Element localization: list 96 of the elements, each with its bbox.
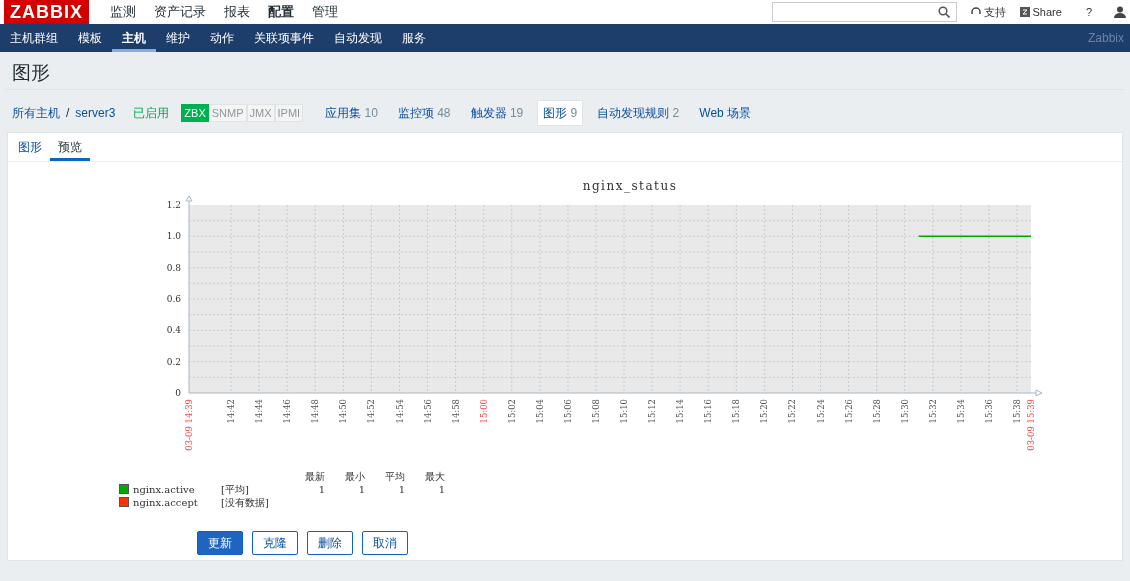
host-tab[interactable]: 触发器 19	[464, 99, 530, 126]
x-tick-label: 15:20	[759, 398, 770, 424]
search-field[interactable]	[771, 2, 957, 22]
nav-item[interactable]: 关联项事件	[244, 24, 324, 52]
x-tick-label: 15:32	[927, 398, 938, 424]
legend-header: 最小	[344, 469, 365, 483]
menu-item[interactable]: 监测	[101, 2, 145, 22]
logo[interactable]: ZABBIX	[4, 0, 89, 24]
support-link[interactable]: 支持	[970, 3, 1006, 21]
x-tick-label: 14:54	[394, 398, 405, 424]
nav-item[interactable]: 主机群组	[0, 24, 68, 52]
action-button[interactable]: 取消	[362, 530, 408, 555]
nav-item[interactable]: 主机	[112, 24, 156, 52]
legend-series-name: nginx.accept	[133, 495, 199, 509]
y-tick-label: 1.2	[166, 199, 181, 210]
x-tick-label: 15:16	[703, 398, 714, 424]
menu-item[interactable]: 配置	[259, 2, 303, 22]
x-tick-label: 15:06	[562, 398, 573, 424]
host-tab[interactable]: 图形 9	[537, 99, 584, 126]
x-tick-label: 15:12	[647, 398, 658, 424]
nav-item[interactable]: 自动发现	[324, 24, 392, 52]
legend-header: 最大	[424, 469, 445, 483]
breadcrumb-link[interactable]: server3	[75, 103, 116, 122]
y-tick-label: 0.4	[166, 325, 181, 336]
host-tab[interactable]: 自动发现规则 2	[591, 99, 686, 126]
help-link[interactable]: ?	[1085, 3, 1092, 21]
y-tick-label: 0.6	[166, 293, 181, 304]
search-icon	[937, 6, 950, 18]
y-tick-label: 0.8	[166, 262, 181, 273]
support-label[interactable]: 支持	[983, 3, 1006, 21]
x-tick-label: 14:42	[226, 398, 237, 424]
nav-item[interactable]: 维护	[156, 24, 200, 52]
x-tick-label: 15:24	[815, 398, 826, 424]
interface-tag: IPMI	[274, 103, 304, 123]
tab[interactable]: 图形	[10, 132, 50, 161]
x-tick-label: 15:26	[843, 398, 854, 424]
y-tick-label: 1.0	[166, 231, 181, 242]
x-tick-label: 14:50	[338, 398, 349, 424]
x-tick-label: 15:34	[955, 398, 966, 424]
x-tick-label: 15:08	[590, 398, 601, 424]
action-button[interactable]: 克隆	[252, 530, 298, 555]
user-icon[interactable]	[1114, 6, 1126, 18]
x-tick-label: 03-09 15:39	[1026, 398, 1036, 451]
y-tick-label: 0	[175, 387, 181, 398]
tab[interactable]: 预览	[50, 132, 90, 161]
x-tick-label: 03-09 14:39	[184, 398, 194, 451]
x-tick-label: 15:04	[534, 398, 545, 424]
x-tick-label: 15:18	[731, 398, 742, 424]
legend-function: [没有数据]	[221, 495, 270, 509]
x-tick-label: 14:46	[282, 398, 293, 424]
menu-item[interactable]: 资产记录	[145, 2, 215, 22]
interface-tag: JMX	[246, 103, 275, 123]
x-tick-label: 15:30	[899, 398, 910, 424]
legend-value: 1	[317, 482, 325, 496]
breadcrumb-link[interactable]: 所有主机	[12, 103, 60, 122]
page-title: 图形	[6, 52, 1124, 90]
headset-icon	[970, 7, 981, 17]
x-tick-label: 15:14	[675, 398, 686, 424]
host-tab[interactable]: 监控项 48	[391, 99, 457, 126]
brand-text: Zabbix	[1087, 30, 1125, 47]
share-icon	[1019, 7, 1030, 17]
nav-item[interactable]: 模板	[68, 24, 112, 52]
nav-item[interactable]: 服务	[392, 24, 436, 52]
menu-item[interactable]: 管理	[303, 2, 347, 22]
x-tick-label: 15:22	[787, 398, 798, 424]
legend-header: 最新	[304, 469, 325, 483]
x-tick-label: 15:02	[506, 398, 517, 424]
y-tick-label: 0.2	[166, 356, 181, 367]
x-tick-label: 14:48	[310, 398, 321, 424]
menu-item[interactable]: 报表	[215, 2, 259, 22]
action-button[interactable]: 更新	[197, 530, 243, 555]
legend-series-name: nginx.active	[133, 482, 196, 496]
nav-item[interactable]: 动作	[200, 24, 244, 52]
chart-title: nginx_status	[582, 178, 678, 193]
host-tab[interactable]: 应用集 10	[319, 99, 384, 126]
x-tick-label: 14:56	[422, 398, 433, 424]
x-tick-label: 14:58	[450, 398, 461, 424]
x-tick-label: 14:52	[366, 398, 377, 424]
host-tab[interactable]: Web 场景	[693, 99, 758, 126]
share-link[interactable]: Share	[1019, 3, 1062, 21]
x-tick-label: 15:36	[983, 398, 994, 424]
x-tick-label: 15:38	[1011, 398, 1022, 424]
share-label[interactable]: Share	[1032, 3, 1062, 21]
x-tick-label: 15:00	[478, 398, 489, 424]
x-tick-label: 14:44	[254, 398, 265, 424]
x-tick-label: 15:28	[871, 398, 882, 424]
interface-tag: ZBX	[181, 103, 209, 123]
x-tick-label: 15:10	[619, 398, 630, 424]
legend-header: 平均	[384, 469, 405, 483]
legend-value: 1	[357, 482, 365, 496]
legend-function: [平均]	[221, 482, 250, 496]
interface-tag: SNMP	[208, 103, 247, 123]
action-button[interactable]: 删除	[307, 530, 353, 555]
breadcrumb-separator: /	[66, 104, 70, 122]
legend-value: 1	[397, 482, 405, 496]
legend-value: 1	[437, 482, 445, 496]
